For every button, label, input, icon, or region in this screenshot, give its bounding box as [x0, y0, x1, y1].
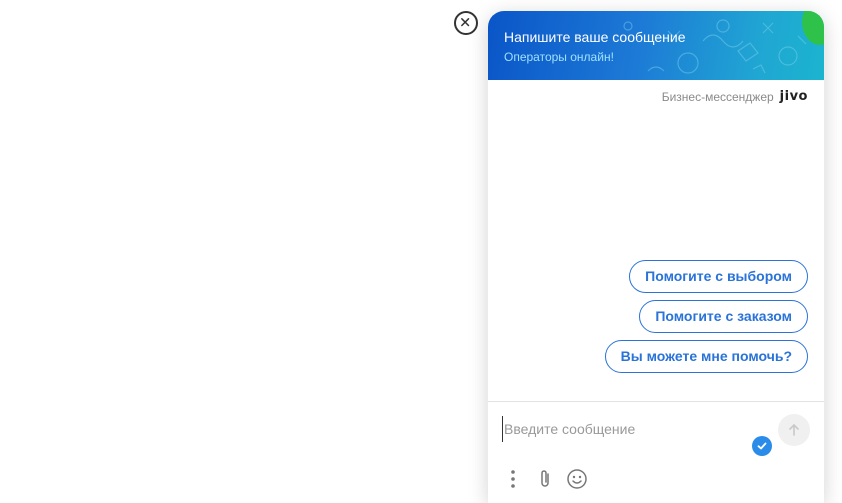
- page: Напишите ваше сообщение Операторы онлайн…: [0, 0, 842, 503]
- attach-button[interactable]: [534, 468, 556, 490]
- more-vertical-icon: [511, 470, 515, 488]
- chat-header: Напишите ваше сообщение Операторы онлайн…: [488, 11, 824, 80]
- emoji-button[interactable]: [566, 468, 588, 490]
- send-button[interactable]: [778, 414, 810, 446]
- jivo-logo-icon: jivo: [779, 89, 808, 104]
- branding[interactable]: Бизнес-мессенджер jivo: [662, 89, 808, 104]
- check-icon: [757, 442, 767, 450]
- quick-reply-help-order[interactable]: Помогите с заказом: [639, 300, 808, 333]
- close-chat-button[interactable]: [454, 11, 478, 35]
- paperclip-icon: [541, 470, 549, 487]
- input-toolbar: [502, 468, 588, 490]
- close-icon: [461, 18, 470, 27]
- branding-text: Бизнес-мессенджер: [661, 89, 774, 104]
- menu-button[interactable]: [502, 468, 524, 490]
- header-pattern-decoration: [623, 19, 807, 74]
- arrow-up-icon: [789, 424, 799, 436]
- quick-reply-help-choose[interactable]: Помогите с выбором: [629, 260, 808, 293]
- message-input[interactable]: [502, 416, 746, 442]
- quick-reply-can-you-help[interactable]: Вы можете мне помочь?: [604, 340, 808, 373]
- chat-widget: Напишите ваше сообщение Операторы онлайн…: [488, 11, 824, 503]
- check-badge: [752, 436, 772, 456]
- chat-header-subtitle: Операторы онлайн!: [504, 50, 614, 64]
- smiley-icon: [567, 469, 587, 489]
- chat-header-title: Напишите ваше сообщение: [504, 29, 686, 45]
- message-input-area: [488, 402, 824, 503]
- quick-replies: Помогите с выбором Помогите с заказом Вы…: [604, 260, 808, 373]
